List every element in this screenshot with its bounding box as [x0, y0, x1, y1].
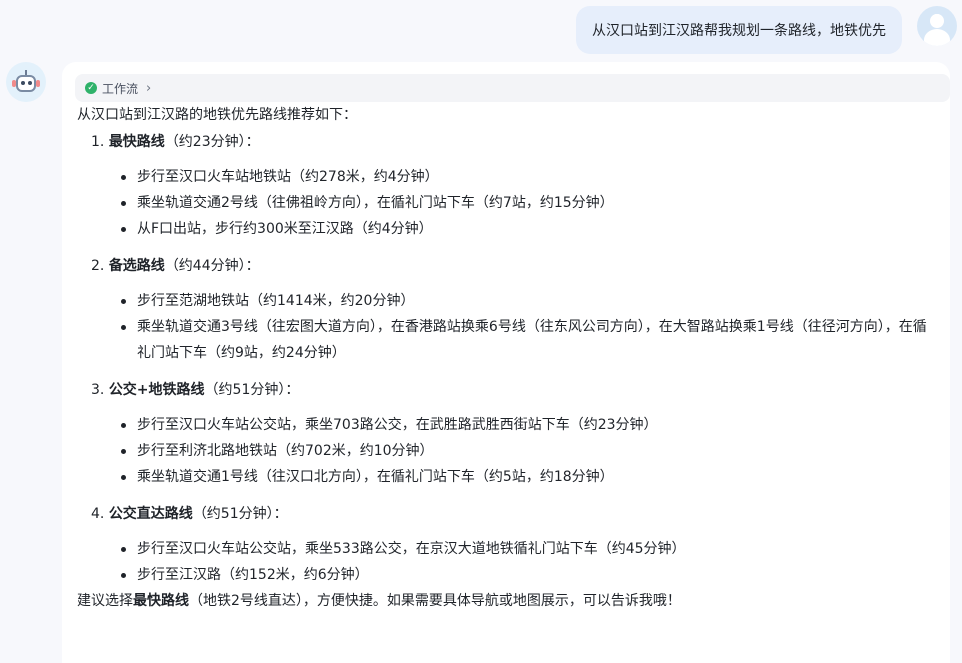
list-item: 步行至汉口火车站公交站，乘坐533路公交，在京汉大道地铁循礼门站下车（约45分钟…: [77, 536, 937, 562]
workflow-toggle[interactable]: ✓ 工作流 ›: [75, 74, 950, 102]
chevron-right-icon[interactable]: ›: [146, 82, 151, 95]
route-duration: （约44分钟）：: [164, 258, 260, 274]
route-block-1: 1. 最快路线（约23分钟）： 步行至汉口火车站地铁站（约278米，约4分钟） …: [77, 128, 937, 242]
answer-summary: 建议选择最快路线（地铁2号线直达），方便快捷。如果需要具体导航或地图展示，可以告…: [77, 593, 681, 609]
user-avatar-icon[interactable]: [917, 6, 957, 46]
summary-highlight: 最快路线: [133, 593, 189, 609]
user-message-text: 从汉口站到江汉路帮我规划一条路线，地铁优先: [592, 23, 886, 39]
assistant-answer-content: 从汉口站到江汉路的地铁优先路线推荐如下： 1. 最快路线（约23分钟）： 步行至…: [77, 102, 937, 614]
route-name: 公交+地铁路线: [108, 382, 205, 398]
route-name: 备选路线: [108, 258, 165, 274]
list-item: 从F口出站，步行约300米至江汉路（约4分钟）: [77, 216, 937, 242]
list-item: 步行至利济北路地铁站（约702米，约10分钟）: [77, 438, 937, 464]
user-message-row: 从汉口站到江汉路帮我规划一条路线，地铁优先: [0, 6, 962, 56]
route-title: 3. 公交+地铁路线（约51分钟）：: [91, 382, 300, 398]
route-duration: （约51分钟）：: [204, 382, 300, 398]
list-item: 乘坐轨道交通3号线（往宏图大道方向），在香港路站换乘6号线（往东风公司方向），在…: [77, 314, 937, 366]
list-item: 乘坐轨道交通1号线（往汉口北方向），在循礼门站下车（约5站，约18分钟）: [77, 464, 937, 490]
list-item: 步行至汉口火车站公交站，乘坐703路公交，在武胜路武胜西街站下车（约23分钟）: [77, 412, 937, 438]
list-item: 步行至范湖地铁站（约1414米，约20分钟）: [77, 288, 937, 314]
route-duration: （约23分钟）：: [164, 134, 260, 150]
route-title: 4. 公交直达路线（约51分钟）：: [91, 506, 288, 522]
route-block-4: 4. 公交直达路线（约51分钟）： 步行至汉口火车站公交站，乘坐533路公交，在…: [77, 500, 937, 588]
route-duration: （约51分钟）：: [192, 506, 288, 522]
answer-intro: 从汉口站到江汉路的地铁优先路线推荐如下：: [77, 107, 357, 123]
route-block-3: 3. 公交+地铁路线（约51分钟）： 步行至汉口火车站公交站，乘坐703路公交，…: [77, 376, 937, 490]
robot-avatar-icon: [6, 62, 46, 102]
list-item: 乘坐轨道交通2号线（往佛祖岭方向），在循礼门站下车（约7站，约15分钟）: [77, 190, 937, 216]
workflow-label: 工作流: [102, 81, 139, 96]
check-circle-icon: ✓: [85, 82, 97, 94]
route-name: 最快路线: [108, 134, 165, 150]
route-title: 1. 最快路线（约23分钟）：: [91, 134, 260, 150]
user-message-bubble: 从汉口站到江汉路帮我规划一条路线，地铁优先: [576, 6, 902, 54]
route-block-2: 2. 备选路线（约44分钟）： 步行至范湖地铁站（约1414米，约20分钟） 乘…: [77, 252, 937, 366]
list-item: 步行至江汉路（约152米，约6分钟）: [77, 562, 937, 588]
list-item: 步行至汉口火车站地铁站（约278米，约4分钟）: [77, 164, 937, 190]
route-name: 公交直达路线: [108, 506, 193, 522]
route-title: 2. 备选路线（约44分钟）：: [91, 258, 260, 274]
